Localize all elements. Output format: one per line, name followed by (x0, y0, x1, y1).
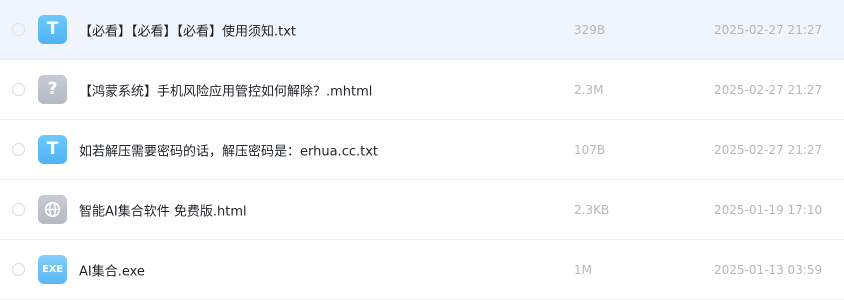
file-row[interactable]: T 如若解压需要密码的话，解压密码是：erhua.cc.txt 107B 202… (0, 120, 844, 180)
unknown-file-icon: ? (38, 74, 67, 104)
row-checkbox[interactable] (12, 262, 25, 276)
file-size: 329B (574, 22, 606, 37)
file-size: 107B (574, 142, 606, 157)
file-size: 1M (574, 262, 592, 277)
row-checkbox[interactable] (12, 202, 25, 216)
file-name[interactable]: 【鸿蒙系统】手机风险应用管控如何解除？.mhtml (79, 80, 372, 99)
file-row[interactable]: T 【必看】【必看】【必看】使用须知.txt 329B 2025-02-27 2… (0, 0, 844, 60)
row-checkbox[interactable] (12, 142, 25, 156)
file-row[interactable]: 智能AI集合软件 免费版.html 2.3KB 2025-01-19 17:10 (0, 180, 844, 240)
file-size: 2.3KB (574, 202, 610, 217)
file-size: 2.3M (574, 82, 604, 97)
row-checkbox[interactable] (12, 22, 25, 36)
txt-file-icon: T (38, 14, 67, 44)
html-globe-icon (38, 194, 67, 224)
row-checkbox[interactable] (12, 82, 25, 96)
file-name[interactable]: 【必看】【必看】【必看】使用须知.txt (79, 20, 296, 39)
file-name[interactable]: 智能AI集合软件 免费版.html (79, 200, 247, 219)
file-date: 2025-01-19 17:10 (714, 202, 823, 217)
file-name[interactable]: AI集合.exe (79, 260, 145, 279)
file-row[interactable]: ? 【鸿蒙系统】手机风险应用管控如何解除？.mhtml 2.3M 2025-02… (0, 60, 844, 120)
file-date: 2025-02-27 21:27 (714, 82, 823, 97)
file-list: T 【必看】【必看】【必看】使用须知.txt 329B 2025-02-27 2… (0, 0, 844, 300)
file-date: 2025-02-27 21:27 (714, 142, 823, 157)
file-name[interactable]: 如若解压需要密码的话，解压密码是：erhua.cc.txt (79, 140, 378, 159)
file-date: 2025-02-27 21:27 (714, 22, 823, 37)
globe-icon (44, 201, 61, 217)
file-date: 2025-01-13 03:59 (714, 262, 823, 277)
txt-file-icon: T (38, 134, 67, 164)
exe-file-icon: EXE (38, 254, 67, 284)
file-row[interactable]: EXE AI集合.exe 1M 2025-01-13 03:59 (0, 240, 844, 300)
